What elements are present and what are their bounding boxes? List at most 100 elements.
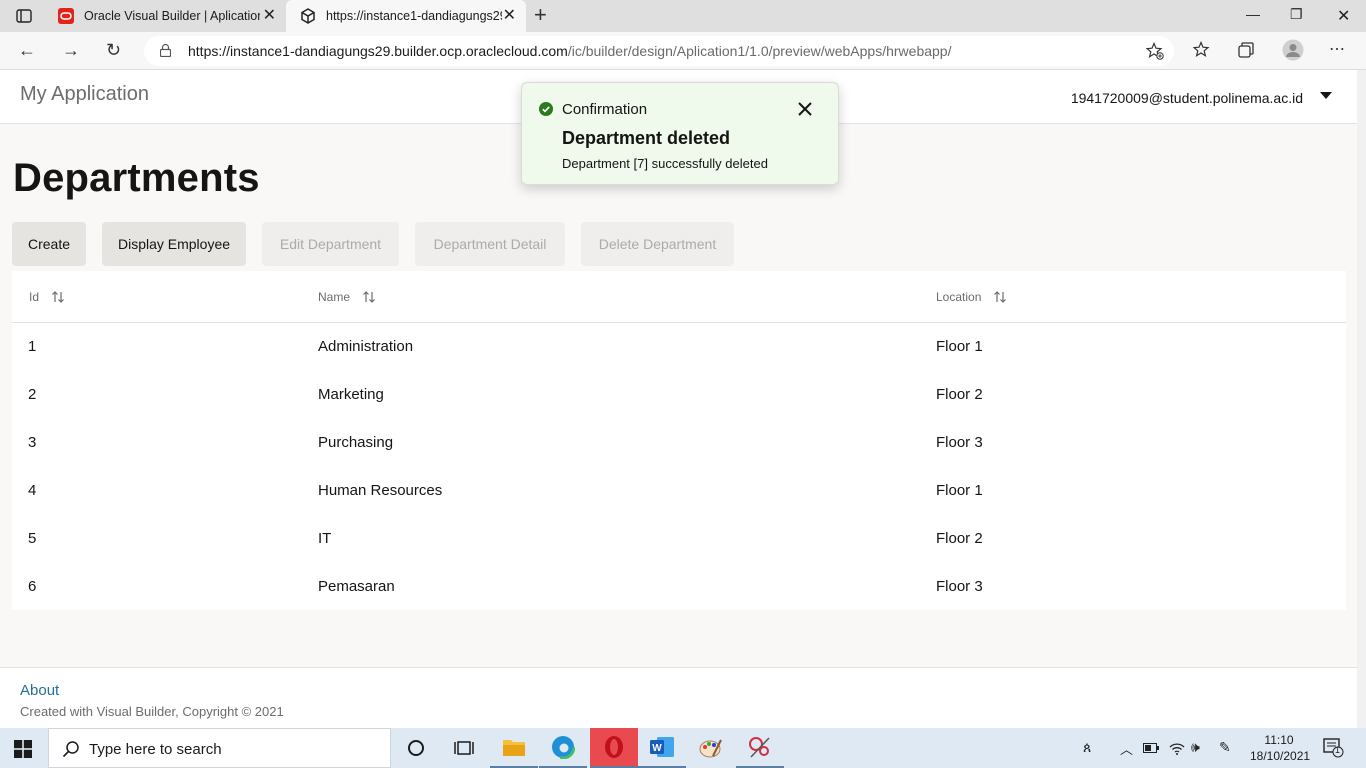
file-explorer-icon[interactable] <box>490 728 538 768</box>
url-text: https://instance1-dandiagungs29.builder.… <box>188 43 952 59</box>
cell-id: 3 <box>28 434 37 451</box>
table-row[interactable]: 5 IT Floor 2 <box>12 516 1346 564</box>
sort-icon[interactable] <box>51 290 65 304</box>
cell-id: 4 <box>28 482 37 499</box>
page-title: Departments <box>13 156 260 200</box>
clock-time: 11:10 <box>1264 733 1294 747</box>
cell-id: 5 <box>28 530 37 547</box>
table-row[interactable]: 2 Marketing Floor 2 <box>12 372 1346 420</box>
display-employee-button[interactable]: Display Employee <box>102 222 246 266</box>
column-header-id[interactable]: Id <box>29 290 65 304</box>
clock-date: 18/10/2021 <box>1250 749 1311 763</box>
tab-actions-icon[interactable] <box>10 6 38 26</box>
create-button[interactable]: Create <box>12 222 86 266</box>
favorites-icon[interactable] <box>1193 41 1211 59</box>
task-view-icon[interactable] <box>440 728 488 768</box>
sort-icon[interactable] <box>993 290 1007 304</box>
app-name: My Application <box>20 83 149 105</box>
cell-id: 6 <box>28 578 37 595</box>
pen-icon[interactable]: ✎ <box>1219 739 1231 756</box>
close-icon[interactable] <box>797 101 813 117</box>
cube-icon <box>301 8 315 24</box>
cell-location: Floor 3 <box>936 578 983 595</box>
collections-icon[interactable] <box>1237 41 1255 59</box>
cell-name: Administration <box>318 338 414 355</box>
about-link[interactable]: About <box>20 682 59 699</box>
battery-icon[interactable] <box>1143 743 1159 753</box>
cell-location: Floor 3 <box>936 434 983 451</box>
cell-location: Floor 2 <box>936 530 983 547</box>
departments-table: Id Name Location 1 Administration Floor … <box>12 271 1346 610</box>
address-bar[interactable]: https://instance1-dandiagungs29.builder.… <box>144 36 1174 66</box>
people-icon[interactable]: ጰ <box>1083 739 1091 756</box>
cell-location: Floor 1 <box>936 482 983 499</box>
tab-title: Oracle Visual Builder | Aplication <box>84 9 260 23</box>
cell-name: Human Resources <box>318 482 443 499</box>
sort-icon[interactable] <box>362 290 376 304</box>
cortana-icon[interactable] <box>392 728 440 768</box>
tab-title: https://instance1-dandiagungs29 <box>326 9 502 23</box>
search-icon <box>62 741 79 758</box>
back-icon[interactable]: ← <box>18 40 36 60</box>
close-tab-icon[interactable]: ✕ <box>263 8 276 24</box>
windows-taskbar: Type here to search W ጰ ︿ 🕪 ✎ 11:10 18/1… <box>0 728 1366 768</box>
close-tab-icon[interactable]: ✕ <box>503 8 516 24</box>
cell-location: Floor 2 <box>936 386 983 403</box>
wifi-icon[interactable] <box>1169 741 1185 755</box>
cell-name: IT <box>318 530 332 547</box>
browser-tab-strip: Oracle Visual Builder | Aplication ✕ htt… <box>0 0 1366 32</box>
new-tab-icon[interactable]: + <box>534 4 547 26</box>
chevron-up-icon[interactable]: ︿ <box>1120 739 1133 758</box>
department-detail-button[interactable]: Department Detail <box>415 222 565 266</box>
cell-location: Floor 1 <box>936 338 983 355</box>
toast-type: Confirmation <box>562 101 648 118</box>
cell-id: 1 <box>28 338 37 355</box>
refresh-icon[interactable]: ↻ <box>106 40 121 60</box>
browser-toolbar: ← → ↻ https://instance1-dandiagungs29.bu… <box>0 32 1366 70</box>
word-icon[interactable]: W <box>638 728 686 768</box>
forward-icon[interactable]: → <box>62 40 80 60</box>
copyright-text: Created with Visual Builder, Copyright ©… <box>20 704 284 719</box>
minimize-icon[interactable]: — <box>1246 6 1260 22</box>
table-row[interactable]: 6 Pemasaran Floor 3 <box>12 564 1346 612</box>
edge-icon[interactable] <box>539 728 587 768</box>
scrollbar[interactable] <box>1357 70 1366 728</box>
cell-name: Marketing <box>318 386 384 403</box>
taskbar-search-box[interactable]: Type here to search <box>48 728 391 768</box>
windows-start-icon[interactable] <box>14 740 32 758</box>
lock-icon <box>160 44 171 57</box>
column-header-location[interactable]: Location <box>936 290 1007 304</box>
restore-icon[interactable]: ❐ <box>1290 6 1303 23</box>
search-placeholder: Type here to search <box>89 741 222 758</box>
snipping-tool-icon[interactable] <box>736 728 784 768</box>
paint-icon[interactable] <box>687 728 735 768</box>
table-row[interactable]: 1 Administration Floor 1 <box>12 324 1346 372</box>
browser-tab-oracle[interactable]: Oracle Visual Builder | Aplication ✕ <box>44 0 286 32</box>
user-menu-label[interactable]: 1941720009@student.polinema.ac.id <box>1071 90 1303 106</box>
toast-summary: Department deleted <box>562 128 731 148</box>
success-check-icon <box>539 102 553 116</box>
add-favorite-icon[interactable] <box>1146 42 1164 60</box>
notification-count: 1 <box>1335 745 1341 755</box>
toast-detail: Department [7] successfully deleted <box>562 156 768 171</box>
close-window-icon[interactable]: ✕ <box>1337 6 1350 26</box>
cell-name: Purchasing <box>318 434 394 451</box>
chevron-down-icon[interactable] <box>1320 92 1332 99</box>
edit-department-button[interactable]: Edit Department <box>262 222 399 266</box>
table-row[interactable]: 4 Human Resources Floor 1 <box>12 468 1346 516</box>
cell-id: 2 <box>28 386 37 403</box>
svg-text:W: W <box>652 743 662 754</box>
table-row[interactable]: 3 Purchasing Floor 3 <box>12 420 1346 468</box>
delete-department-button[interactable]: Delete Department <box>581 222 734 266</box>
opera-icon[interactable] <box>590 728 638 768</box>
taskbar-clock[interactable]: 11:10 18/10/2021 <box>1250 732 1311 764</box>
oracle-icon <box>58 8 74 24</box>
volume-icon[interactable]: 🕪 <box>1191 739 1200 756</box>
cell-name: Pemasaran <box>318 578 395 595</box>
profile-avatar-icon[interactable] <box>1282 39 1304 61</box>
more-options-icon[interactable]: ⋯ <box>1329 40 1345 60</box>
page-content: Departments Create Display Employee Edit… <box>0 124 1357 667</box>
browser-tab-preview[interactable]: https://instance1-dandiagungs29 ✕ <box>286 0 526 32</box>
notifications-icon[interactable]: 1 <box>1323 738 1345 761</box>
column-header-name[interactable]: Name <box>318 290 376 304</box>
